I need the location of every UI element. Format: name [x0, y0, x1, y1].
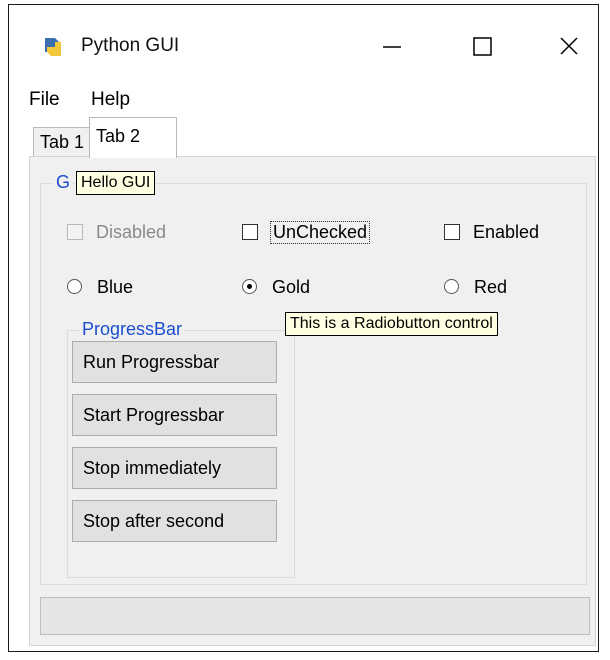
radio-red[interactable]: Red — [444, 277, 564, 299]
minimize-icon — [383, 46, 401, 48]
radio-selected-dot — [247, 284, 252, 289]
close-button[interactable] — [524, 19, 610, 79]
checkbox-square[interactable] — [444, 224, 460, 240]
progressbar-group-label: ProgressBar — [80, 319, 185, 340]
tab-panel: G Disabled UnChecked Enabled Blue Gold R… — [29, 156, 596, 646]
menu-bar: File Help — [9, 81, 598, 113]
checkbox-enabled[interactable]: Enabled — [444, 222, 574, 244]
radio-circle[interactable] — [242, 279, 257, 294]
checkbox-square — [67, 224, 83, 240]
menu-help[interactable]: Help — [91, 89, 130, 111]
checkbox-disabled: Disabled — [67, 222, 207, 244]
tab-2[interactable]: Tab 2 — [89, 117, 177, 158]
group-box: G Disabled UnChecked Enabled Blue Gold R… — [40, 172, 587, 585]
progress-bar — [40, 597, 590, 635]
tab-strip: Tab 1 Tab 2 — [33, 117, 593, 158]
radio-circle[interactable] — [67, 279, 82, 294]
run-progressbar-button[interactable]: Run Progressbar — [72, 341, 277, 383]
radio-blue[interactable]: Blue — [67, 277, 187, 299]
tooltip-radiobutton: This is a Radiobutton control — [285, 312, 498, 336]
tab-1[interactable]: Tab 1 — [33, 127, 91, 157]
stop-after-second-button[interactable]: Stop after second — [72, 500, 277, 542]
tooltip-hello: Hello GUI — [76, 171, 156, 195]
close-icon — [560, 37, 578, 55]
checkbox-square[interactable] — [242, 224, 258, 240]
title-bar[interactable]: Python GUI — [9, 5, 598, 79]
checkbox-label: Enabled — [473, 222, 540, 242]
radio-label: Blue — [97, 277, 134, 297]
checkbox-label: Disabled — [96, 222, 167, 242]
checkbox-unchecked[interactable]: UnChecked — [242, 221, 412, 244]
python-icon — [45, 38, 61, 56]
group-label: G — [53, 172, 74, 193]
start-progressbar-button[interactable]: Start Progressbar — [72, 394, 277, 436]
radio-label: Red — [474, 277, 508, 297]
radio-gold[interactable]: Gold — [242, 277, 362, 299]
maximize-icon — [473, 37, 492, 56]
window-title: Python GUI — [81, 35, 180, 56]
radio-label: Gold — [272, 277, 311, 297]
checkbox-label: UnChecked — [269, 221, 371, 244]
progressbar-group: ProgressBar Run Progressbar Start Progre… — [67, 319, 295, 578]
app-window: Python GUI File Help Tab 1 Tab 2 G Disab… — [8, 4, 599, 652]
minimize-button[interactable] — [347, 19, 437, 79]
maximize-button[interactable] — [437, 19, 527, 79]
menu-file[interactable]: File — [29, 89, 60, 111]
radio-circle[interactable] — [444, 279, 459, 294]
stop-immediately-button[interactable]: Stop immediately — [72, 447, 277, 489]
